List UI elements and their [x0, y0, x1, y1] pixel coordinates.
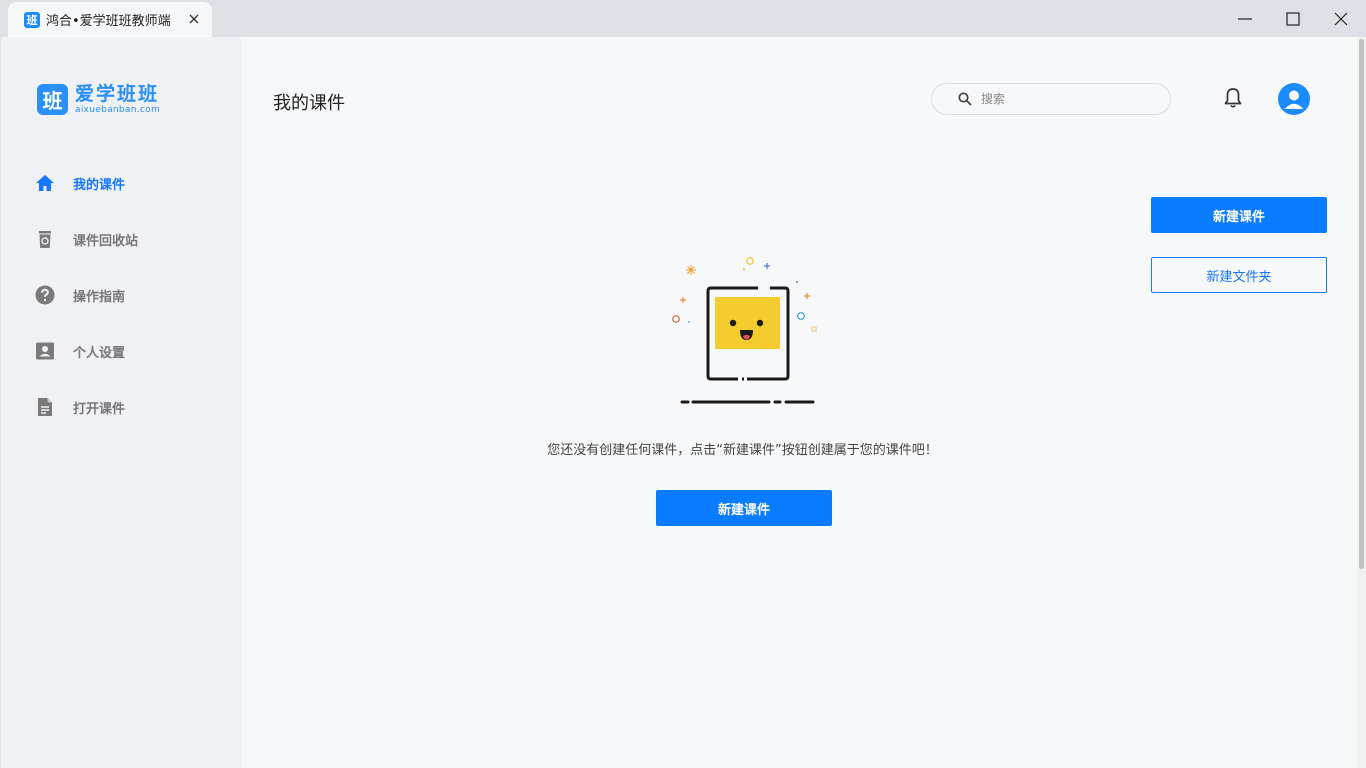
main-content: 我的课件 新建课件 新建文件夹: [241, 37, 1357, 768]
app-tab-title: 鸿合•爱学班班教师端: [46, 14, 171, 29]
sidebar-item-guide[interactable]: 操作指南: [1, 267, 242, 323]
sidebar-item-recycle-bin[interactable]: 课件回收站: [1, 211, 242, 267]
new-folder-button[interactable]: 新建文件夹: [1151, 257, 1327, 293]
window-close-button[interactable]: [1318, 0, 1364, 37]
sidebar-nav: 我的课件 课件回收站 操作指南 个人设置 打开课件: [1, 155, 242, 435]
logo-mark: 班: [37, 84, 68, 115]
search-input[interactable]: [981, 92, 1151, 106]
sidebar-item-my-courseware[interactable]: 我的课件: [1, 155, 242, 211]
minimize-button[interactable]: [1222, 0, 1268, 37]
app-tab-icon: 班: [24, 11, 40, 28]
home-icon: [35, 173, 55, 193]
logo-name: 爱学班班: [75, 83, 160, 105]
sidebar-item-label: 个人设置: [73, 345, 126, 361]
empty-state-new-courseware-button[interactable]: 新建课件: [656, 490, 832, 526]
scrollbar-thumb[interactable]: [1359, 39, 1364, 569]
window-close-icon: [1334, 12, 1348, 25]
profile-icon: [35, 341, 55, 361]
help-icon: [35, 285, 55, 305]
sidebar-item-open-courseware[interactable]: 打开课件: [1, 379, 242, 435]
document-icon: [35, 397, 55, 417]
scrollbar[interactable]: [1357, 37, 1366, 768]
sidebar-item-label: 打开课件: [73, 401, 126, 417]
page-title: 我的课件: [273, 93, 345, 114]
maximize-button[interactable]: [1270, 0, 1316, 37]
brand-logo: 班 爱学班班 aixuebanban.com: [37, 84, 160, 115]
sidebar: 班 爱学班班 aixuebanban.com 我的课件 课件回收站 操作指南 个…: [0, 37, 241, 768]
user-icon: [1284, 90, 1304, 109]
empty-state-illustration: [672, 257, 817, 404]
empty-state-message: 您还没有创建任何课件，点击“新建课件”按钮创建属于您的课件吧！: [547, 443, 938, 458]
minimize-icon: [1238, 17, 1252, 20]
search-icon: [958, 92, 972, 106]
close-icon[interactable]: [186, 11, 202, 27]
search-box[interactable]: [931, 83, 1171, 115]
notification-bell-icon[interactable]: [1223, 87, 1243, 109]
logo-domain: aixuebanban.com: [75, 105, 161, 115]
title-bar: 班 鸿合•爱学班班教师端: [0, 0, 1366, 37]
maximize-icon: [1286, 11, 1300, 26]
sidebar-item-label: 操作指南: [73, 289, 126, 305]
logo-text: 爱学班班 aixuebanban.com: [75, 83, 161, 116]
trash-icon: [35, 229, 55, 249]
sidebar-item-settings[interactable]: 个人设置: [1, 323, 242, 379]
user-avatar[interactable]: [1278, 83, 1310, 115]
app-tab[interactable]: 班 鸿合•爱学班班教师端: [8, 2, 212, 37]
new-courseware-button[interactable]: 新建课件: [1151, 197, 1327, 233]
sidebar-item-label: 我的课件: [73, 177, 126, 193]
sidebar-item-label: 课件回收站: [73, 233, 139, 249]
